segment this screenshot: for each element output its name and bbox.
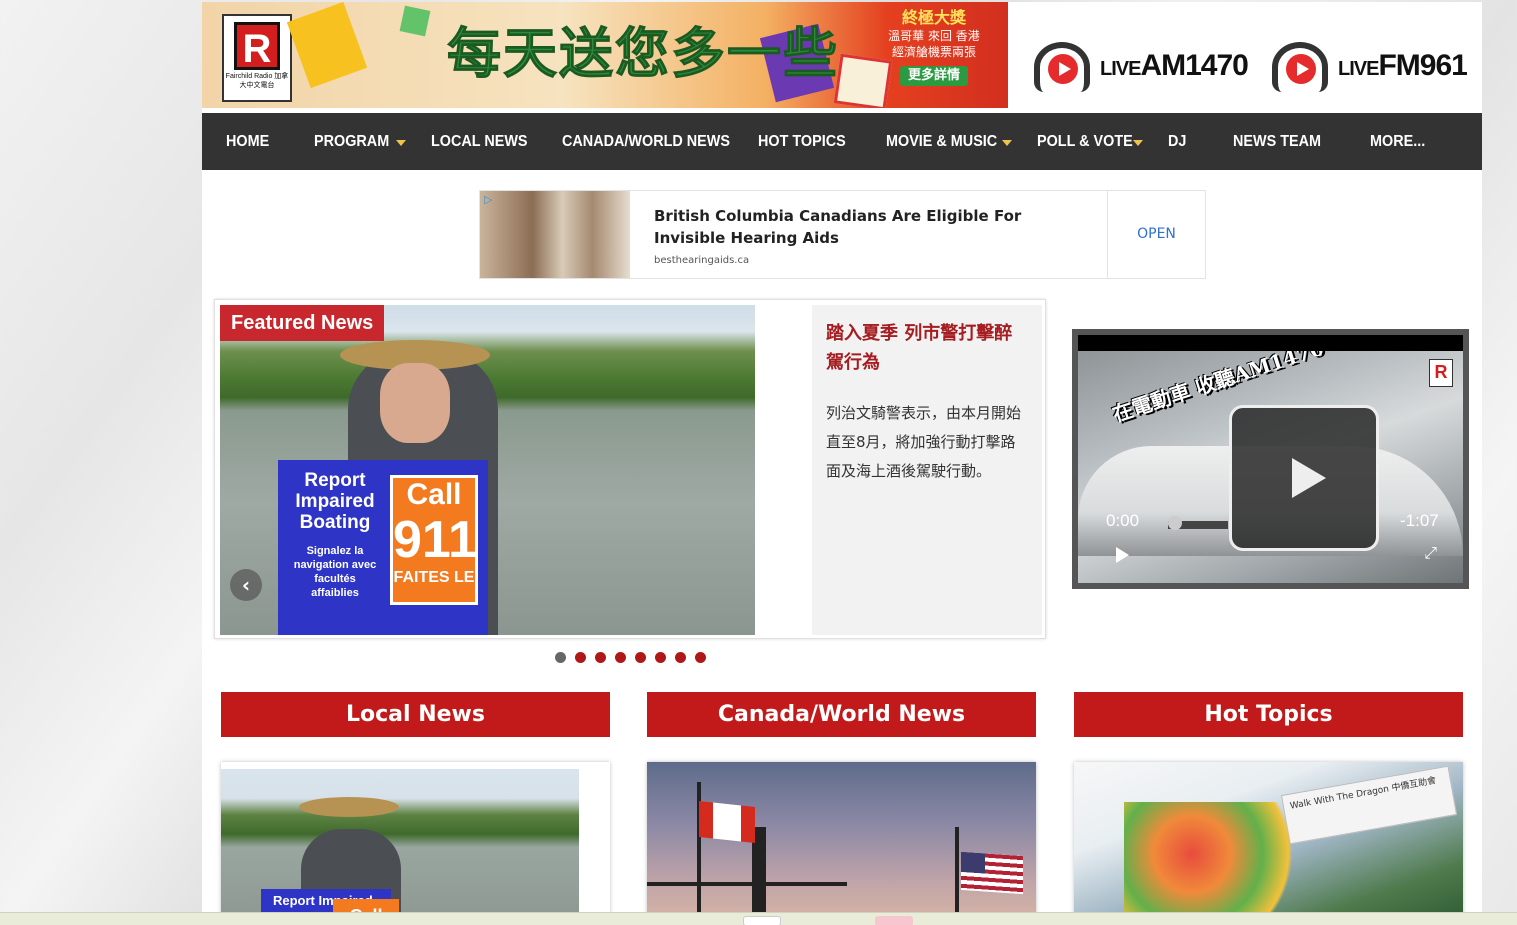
live-fm-link[interactable]: LIVEFM961 (1272, 42, 1468, 92)
promo-banner[interactable]: R Fairchild Radio 加拿大中文電台 每天送您多一些 終極大獎 溫… (202, 2, 1008, 108)
local-news-card[interactable]: Report Impaired Call (221, 762, 610, 925)
featured-news-slider: Report Impaired Boating Signalez la navi… (214, 299, 1046, 639)
headphone-icon (1034, 42, 1090, 92)
logo-letter: R (234, 22, 280, 71)
big-play-button[interactable] (1229, 405, 1379, 551)
nav-movie-music[interactable]: MOVIE & MUSIC (886, 113, 997, 170)
call-911-sign: Call 911 FAITES LE (390, 475, 478, 605)
fullscreen-icon[interactable]: ⤢ (1424, 543, 1437, 563)
video-topbar (1078, 335, 1463, 351)
number-text: 911 (393, 511, 477, 569)
slider-dots (555, 652, 706, 663)
face-shape (380, 363, 450, 443)
headphone-icon (1272, 42, 1328, 92)
nav-program[interactable]: PROGRAM (314, 113, 389, 170)
main-nav: HOME PROGRAM LOCAL NEWS CANADA/WORLD NEW… (202, 113, 1482, 170)
featured-news-tag: Featured News (220, 305, 385, 341)
chevron-down-icon[interactable] (1133, 140, 1143, 146)
featured-headline[interactable]: 踏入夏季 列市警打擊醉駕行為 (826, 319, 1028, 377)
bottom-strip (0, 912, 1517, 925)
current-time: 0:00 (1106, 511, 1140, 530)
prize-title: 終極大獎 (901, 8, 966, 27)
nav-canada-world-news[interactable]: CANADA/WORLD NEWS (562, 113, 730, 170)
faites-text: FAITES LE (393, 569, 475, 586)
hot-topics-image[interactable]: Walk With The Dragon 中僑互助會 (1074, 762, 1463, 925)
slider-dot[interactable] (635, 652, 646, 663)
call-text: Call (406, 478, 462, 511)
gift-icon (286, 2, 368, 89)
slider-dot[interactable] (655, 652, 666, 663)
ad-banner[interactable]: ▷ British Columbia Canadians Are Eligibl… (479, 190, 1206, 279)
nav-poll-vote[interactable]: POLL & VOTE (1037, 113, 1133, 170)
featured-image[interactable]: Report Impaired Boating Signalez la navi… (220, 305, 755, 635)
video-player[interactable]: 在電動車 收聽AM1470 R 0:00 -1:07 ⤢ (1072, 329, 1469, 589)
nav-home[interactable]: HOME (226, 113, 269, 170)
chevron-down-icon[interactable] (1002, 140, 1012, 146)
slider-dot[interactable] (595, 652, 606, 663)
canada-world-card[interactable] (647, 762, 1036, 925)
seek-bar[interactable] (1168, 516, 1228, 530)
gift-icon (399, 5, 431, 37)
live-am-link[interactable]: LIVEAM1470 (1034, 42, 1249, 92)
slider-dot[interactable] (615, 652, 626, 663)
slider-dot[interactable] (675, 652, 686, 663)
nav-local-news[interactable]: LOCAL NEWS (431, 113, 528, 170)
logo-text: Fairchild Radio 加拿大中文電台 (225, 73, 289, 89)
prize-line: 經濟艙機票兩張 (891, 45, 976, 59)
prize-box: 終極大獎 溫哥華 來回 香港 經濟艙機票兩張 更多詳情 (874, 8, 994, 86)
featured-summary: 列治文騎警表示，由本月開始直至8月，將加強行動打擊路面及海上酒後駕駛行動。 (826, 404, 1022, 480)
ad-domain: besthearingaids.ca (654, 255, 750, 266)
page-container: R Fairchild Radio 加拿大中文電台 每天送您多一些 終極大獎 溫… (202, 2, 1482, 925)
play-icon (1286, 54, 1316, 84)
nav-hot-topics[interactable]: HOT TOPICS (758, 113, 846, 170)
flag-pole (955, 827, 959, 925)
nav-dj[interactable]: DJ (1168, 113, 1186, 170)
play-icon[interactable] (1116, 547, 1129, 563)
canada-world-image[interactable] (647, 762, 1036, 925)
canada-flag-icon (699, 801, 755, 843)
slider-dot[interactable] (555, 652, 566, 663)
hat-shape (299, 797, 399, 817)
video-logo: R (1429, 359, 1453, 387)
bottom-tab[interactable] (743, 916, 781, 925)
prev-arrow-icon[interactable]: ‹ (230, 569, 262, 601)
section-hot-topics[interactable]: Hot Topics (1074, 692, 1463, 737)
live-fm-label: LIVEFM961 (1338, 48, 1468, 82)
remaining-time: -1:07 (1400, 511, 1439, 530)
bottom-tab[interactable] (875, 916, 913, 925)
nav-news-team[interactable]: NEWS TEAM (1233, 113, 1321, 170)
ad-image[interactable]: ▷ (480, 191, 630, 278)
seek-knob[interactable] (1168, 516, 1182, 530)
prize-line: 溫哥華 來回 香港 (888, 29, 980, 43)
report-sign-title: Report Impaired Boating (295, 470, 375, 533)
dragon-dance-shape (1124, 802, 1294, 925)
section-local-news[interactable]: Local News (221, 692, 610, 737)
fairchild-logo[interactable]: R Fairchild Radio 加拿大中文電台 (222, 14, 292, 102)
ad-open-button[interactable]: OPEN (1107, 191, 1205, 278)
us-flag-icon (961, 851, 1023, 895)
more-details-button[interactable]: 更多詳情 (899, 66, 968, 86)
ad-title[interactable]: British Columbia Canadians Are Eligible … (654, 205, 1074, 249)
play-icon (1048, 54, 1078, 84)
live-am-label: LIVEAM1470 (1100, 48, 1249, 82)
event-banner: Walk With The Dragon 中僑互助會 (1280, 765, 1458, 845)
slider-dot[interactable] (575, 652, 586, 663)
chevron-down-icon[interactable] (396, 140, 406, 146)
hot-topics-card[interactable]: Walk With The Dragon 中僑互助會 (1074, 762, 1463, 925)
report-sign-subtitle: Signalez la navigation avec facultés aff… (293, 545, 377, 599)
local-news-image[interactable]: Report Impaired Call (221, 769, 579, 925)
banner-slogan: 每天送您多一些 (447, 22, 839, 85)
featured-text-panel: 踏入夏季 列市警打擊醉駕行為 列治文騎警表示，由本月開始直至8月，將加強行動打擊… (812, 305, 1042, 635)
adchoices-icon[interactable]: ▷ (484, 193, 492, 206)
slider-dot[interactable] (695, 652, 706, 663)
nav-more[interactable]: MORE... (1370, 113, 1425, 170)
section-canada-world-news[interactable]: Canada/World News (647, 692, 1036, 737)
